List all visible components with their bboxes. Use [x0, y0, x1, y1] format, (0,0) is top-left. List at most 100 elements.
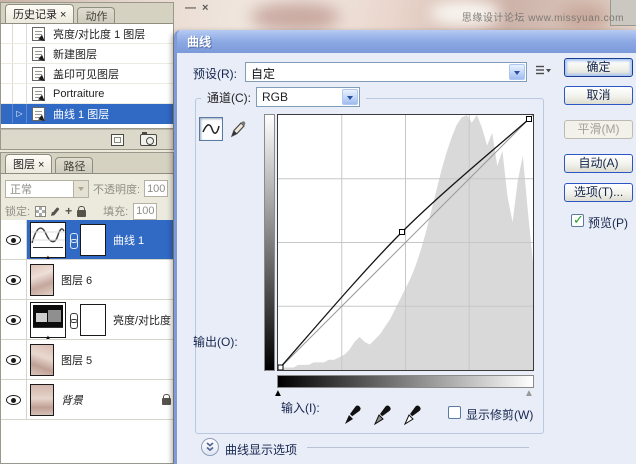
visibility-toggle[interactable]	[1, 340, 27, 379]
link-icon	[69, 313, 77, 327]
display-options-label: 曲线显示选项	[225, 441, 297, 458]
pencil-tool-button[interactable]	[226, 117, 248, 141]
layer-mask-thumbnail[interactable]	[80, 304, 106, 336]
visibility-toggle[interactable]	[1, 260, 27, 299]
preset-dropdown[interactable]: 自定	[245, 62, 527, 82]
fill-value-field[interactable]: 100	[133, 203, 157, 220]
curve-plot[interactable]	[277, 114, 534, 371]
history-list: 亮度/对比度 1 图层 新建图层 盖印可见图层 Portraiture	[0, 24, 174, 129]
history-source-cell[interactable]	[1, 44, 13, 63]
preset-options-icon[interactable]	[535, 64, 551, 80]
curve-control-point[interactable]	[527, 117, 532, 122]
history-tabstrip: 历史记录 × 动作	[0, 2, 174, 24]
lock-position-icon[interactable]: +	[65, 206, 72, 216]
tab-paths[interactable]: 路径	[55, 157, 93, 173]
check-icon: ✓	[573, 212, 584, 228]
opacity-label: 不透明度:	[93, 181, 140, 197]
eye-icon	[6, 275, 21, 285]
history-item[interactable]: Portraiture	[1, 84, 173, 104]
panel-close-button[interactable]: ×	[202, 2, 208, 14]
history-item[interactable]: 新建图层	[1, 44, 173, 64]
eye-icon	[6, 395, 21, 405]
layer-name: 背景	[61, 392, 83, 408]
input-gradient-bar	[277, 375, 534, 388]
history-state-icon	[32, 67, 45, 81]
layer-row-background[interactable]: 背景	[1, 380, 173, 420]
history-item[interactable]: 盖印可见图层	[1, 64, 173, 84]
cancel-button[interactable]: 取消	[564, 86, 633, 105]
layer-thumbnail[interactable]	[30, 344, 54, 376]
lock-all-icon[interactable]	[77, 210, 86, 217]
history-source-cell[interactable]	[1, 104, 13, 123]
layer-name: 亮度/对比度 1	[113, 312, 173, 328]
history-source-cell[interactable]	[1, 64, 13, 83]
tab-layers[interactable]: 图层 ×	[5, 154, 52, 173]
visibility-toggle[interactable]	[1, 380, 27, 419]
new-document-from-state-icon[interactable]	[111, 134, 124, 146]
history-footer	[0, 129, 174, 150]
curve-point-tool-button[interactable]	[199, 117, 223, 141]
chevron-down-icon	[73, 181, 88, 197]
layer-name: 图层 6	[61, 272, 92, 288]
eye-icon	[6, 315, 21, 325]
ok-button[interactable]: 确定	[564, 58, 633, 77]
highlight-input-slider[interactable]: ▲	[524, 389, 534, 399]
show-clipping-label: 显示修剪(W)	[466, 406, 533, 423]
layer-name: 曲线 1	[113, 232, 144, 248]
watermark-text: 思缘设计论坛 www.missyuan.com	[462, 9, 624, 24]
tab-history[interactable]: 历史记录 ×	[5, 4, 74, 23]
curves-adjustment-thumbnail[interactable]: ▲	[30, 222, 66, 258]
history-source-cell[interactable]	[1, 84, 13, 103]
white-point-eyedropper-icon[interactable]	[403, 404, 423, 426]
curve-control-point[interactable]	[400, 230, 405, 235]
auto-button[interactable]: 自动(A)	[564, 154, 633, 173]
opacity-value-field[interactable]: 100	[144, 180, 168, 197]
smooth-button: 平滑(M)	[564, 120, 633, 139]
layers-panel: 图层 × 路径 正常 不透明度: 100 锁定: + 填充: 100	[0, 152, 174, 464]
brightness-contrast-thumbnail[interactable]: ▲	[30, 302, 66, 338]
options-button[interactable]: 选项(T)...	[564, 183, 633, 202]
layer-row-brightness-contrast[interactable]: ▲ 亮度/对比度 1	[1, 300, 173, 340]
panel-minimize-button[interactable]: —	[185, 2, 196, 14]
curve-control-point[interactable]	[278, 365, 283, 370]
layer-name: 图层 5	[61, 352, 92, 368]
layer-row-curves-1[interactable]: ▲ 曲线 1	[1, 220, 173, 260]
new-snapshot-icon[interactable]	[140, 134, 157, 146]
chevron-down-icon[interactable]	[509, 64, 525, 80]
layer-thumbnail[interactable]	[30, 264, 54, 296]
shadow-input-slider[interactable]: ▲	[273, 389, 283, 399]
visibility-toggle[interactable]	[1, 220, 27, 259]
thumbnail-slider: ▲	[33, 247, 63, 255]
dialog-titlebar[interactable]: 曲线	[177, 30, 636, 53]
double-chevron-down-icon	[204, 441, 216, 453]
black-point-eyedropper-icon[interactable]	[343, 404, 363, 426]
fill-label: 填充:	[103, 203, 128, 219]
visibility-toggle[interactable]	[1, 300, 27, 339]
preset-label: 预设(R):	[193, 65, 237, 82]
chevron-down-icon[interactable]	[342, 89, 358, 105]
layer-mask-thumbnail[interactable]	[80, 224, 106, 256]
history-item-selected[interactable]: ▷ 曲线 1 图层	[1, 104, 173, 124]
layer-row-layer-5[interactable]: 图层 5	[1, 340, 173, 380]
tab-actions[interactable]: 动作	[77, 7, 115, 23]
history-state-icon	[32, 47, 45, 61]
input-label: 输入(I):	[281, 399, 320, 416]
history-item[interactable]: 亮度/对比度 1 图层	[1, 24, 173, 44]
preview-checkbox[interactable]: ✓	[571, 214, 584, 227]
history-pointer-icon: ▷	[13, 104, 27, 123]
lock-transparency-icon[interactable]	[35, 206, 46, 217]
history-state-icon	[32, 27, 45, 41]
blend-mode-select[interactable]: 正常	[5, 180, 89, 198]
display-options-expander[interactable]	[201, 438, 219, 456]
pencil-icon	[229, 120, 246, 138]
thumbnail-slider: ▲	[33, 327, 63, 335]
layer-row-layer-6[interactable]: 图层 6	[1, 260, 173, 300]
show-clipping-checkbox[interactable]: ✓	[448, 406, 461, 419]
history-source-cell[interactable]	[1, 24, 13, 43]
gray-point-eyedropper-icon[interactable]	[373, 404, 393, 426]
lock-pixels-icon[interactable]	[52, 207, 60, 216]
lock-label: 锁定:	[5, 203, 30, 219]
channel-dropdown[interactable]: RGB	[256, 87, 360, 107]
layer-thumbnail[interactable]	[30, 384, 54, 416]
eye-icon	[6, 235, 21, 245]
